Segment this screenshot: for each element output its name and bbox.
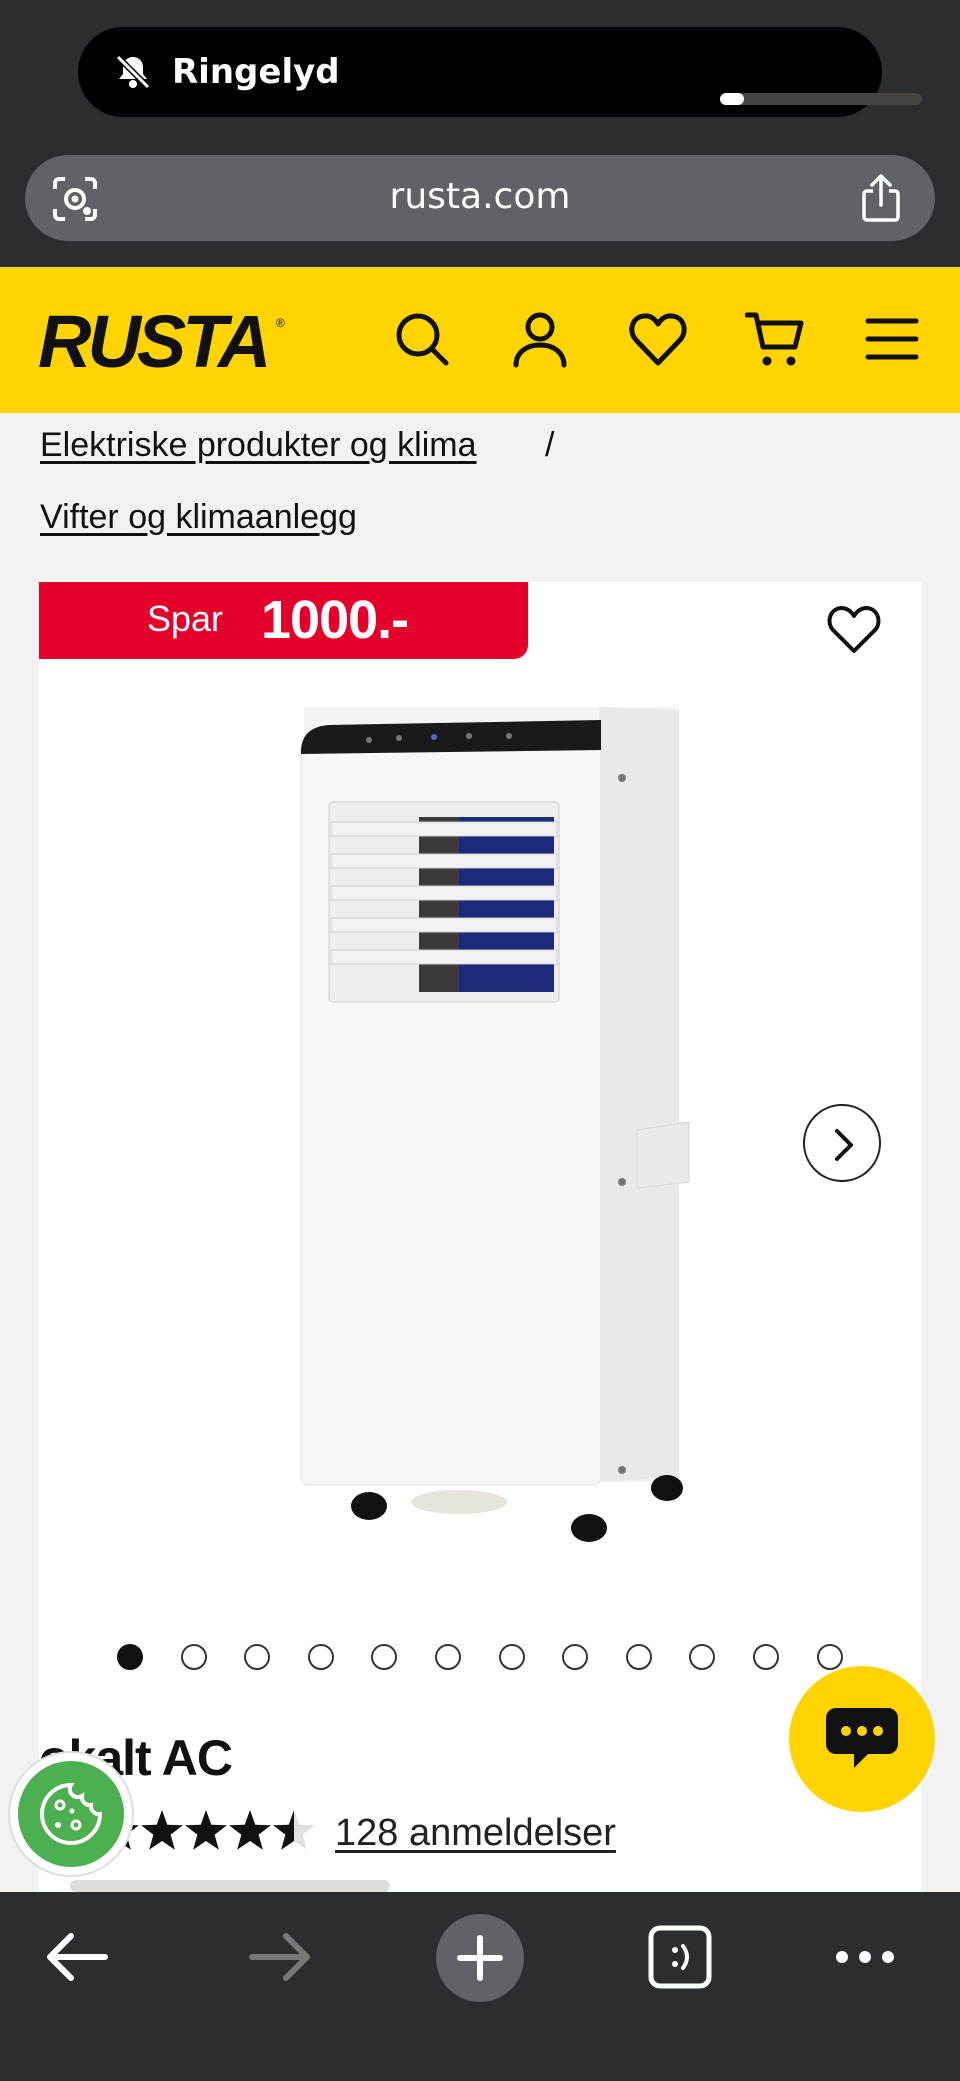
plus-icon xyxy=(457,1935,503,1981)
gallery-dot[interactable] xyxy=(371,1644,398,1670)
cookie-settings-button[interactable] xyxy=(10,1753,132,1875)
share-icon[interactable] xyxy=(857,173,905,223)
svg-text:RUSTA: RUSTA xyxy=(38,305,267,377)
star-icon xyxy=(141,1810,183,1850)
rusta-logo[interactable]: RUSTA ® xyxy=(38,305,288,377)
next-image-button[interactable] xyxy=(803,1104,881,1182)
gallery-pagination xyxy=(117,1644,857,1676)
product-card: Spar 1000.- xyxy=(39,582,921,1892)
cart-icon[interactable] xyxy=(745,309,805,369)
savings-label: Spar xyxy=(147,598,224,639)
gallery-dot[interactable] xyxy=(180,1644,207,1670)
silent-mode-notification: Ringelyd xyxy=(78,27,922,117)
more-icon[interactable] xyxy=(822,1914,908,2000)
gallery-dot[interactable] xyxy=(689,1644,716,1670)
reviews-link[interactable]: 128 anmeldelser xyxy=(335,1808,616,1858)
savings-badge: Spar 1000.- xyxy=(39,582,528,659)
menu-icon[interactable] xyxy=(862,309,922,369)
gallery-dot[interactable] xyxy=(244,1644,271,1670)
address-bar[interactable]: rusta.com xyxy=(25,155,935,241)
gallery-dot[interactable] xyxy=(117,1644,143,1670)
gallery-dot[interactable] xyxy=(498,1644,525,1670)
back-icon[interactable] xyxy=(35,1914,121,2000)
volume-slider[interactable] xyxy=(720,93,922,105)
star-icon xyxy=(185,1810,227,1850)
volume-level xyxy=(720,93,745,105)
new-tab-button[interactable] xyxy=(436,1914,524,2002)
gallery-dot[interactable] xyxy=(435,1644,461,1670)
tabs-icon[interactable] xyxy=(637,1914,723,2000)
account-icon[interactable] xyxy=(510,309,570,369)
search-icon[interactable] xyxy=(392,309,452,369)
chat-bubble-icon xyxy=(826,1708,898,1768)
browser-toolbar xyxy=(0,1892,960,2081)
site-header: RUSTA ® xyxy=(0,267,960,413)
star-icon xyxy=(229,1810,271,1850)
svg-text:®: ® xyxy=(276,316,285,330)
notification-label: Ringelyd xyxy=(172,52,340,92)
breadcrumb-link[interactable]: Elektriske produkter og klima xyxy=(40,418,477,472)
gallery-dot[interactable] xyxy=(816,1644,843,1670)
gallery-dot[interactable] xyxy=(307,1644,334,1670)
gallery-dot[interactable] xyxy=(562,1644,589,1670)
bell-muted-icon xyxy=(115,54,151,90)
price-row-partial xyxy=(70,1880,390,1892)
cookie-icon xyxy=(40,1782,103,1845)
favorite-heart-icon[interactable] xyxy=(826,603,882,655)
gallery-dot[interactable] xyxy=(625,1644,652,1670)
breadcrumb-link[interactable]: Vifter og klimaanlegg xyxy=(40,490,357,544)
breadcrumb-separator: / xyxy=(545,426,555,464)
product-image[interactable] xyxy=(219,682,739,1602)
chevron-right-icon xyxy=(835,1129,853,1161)
savings-amount: 1000.- xyxy=(261,590,409,650)
chat-button[interactable] xyxy=(789,1666,935,1812)
url-text[interactable]: rusta.com xyxy=(25,175,935,219)
gallery-dot[interactable] xyxy=(753,1644,779,1670)
wishlist-heart-icon[interactable] xyxy=(628,309,688,369)
forward-icon[interactable] xyxy=(236,1914,322,2000)
browser-chrome: Ringelyd rusta.com xyxy=(0,0,960,267)
star-icon xyxy=(273,1810,315,1850)
